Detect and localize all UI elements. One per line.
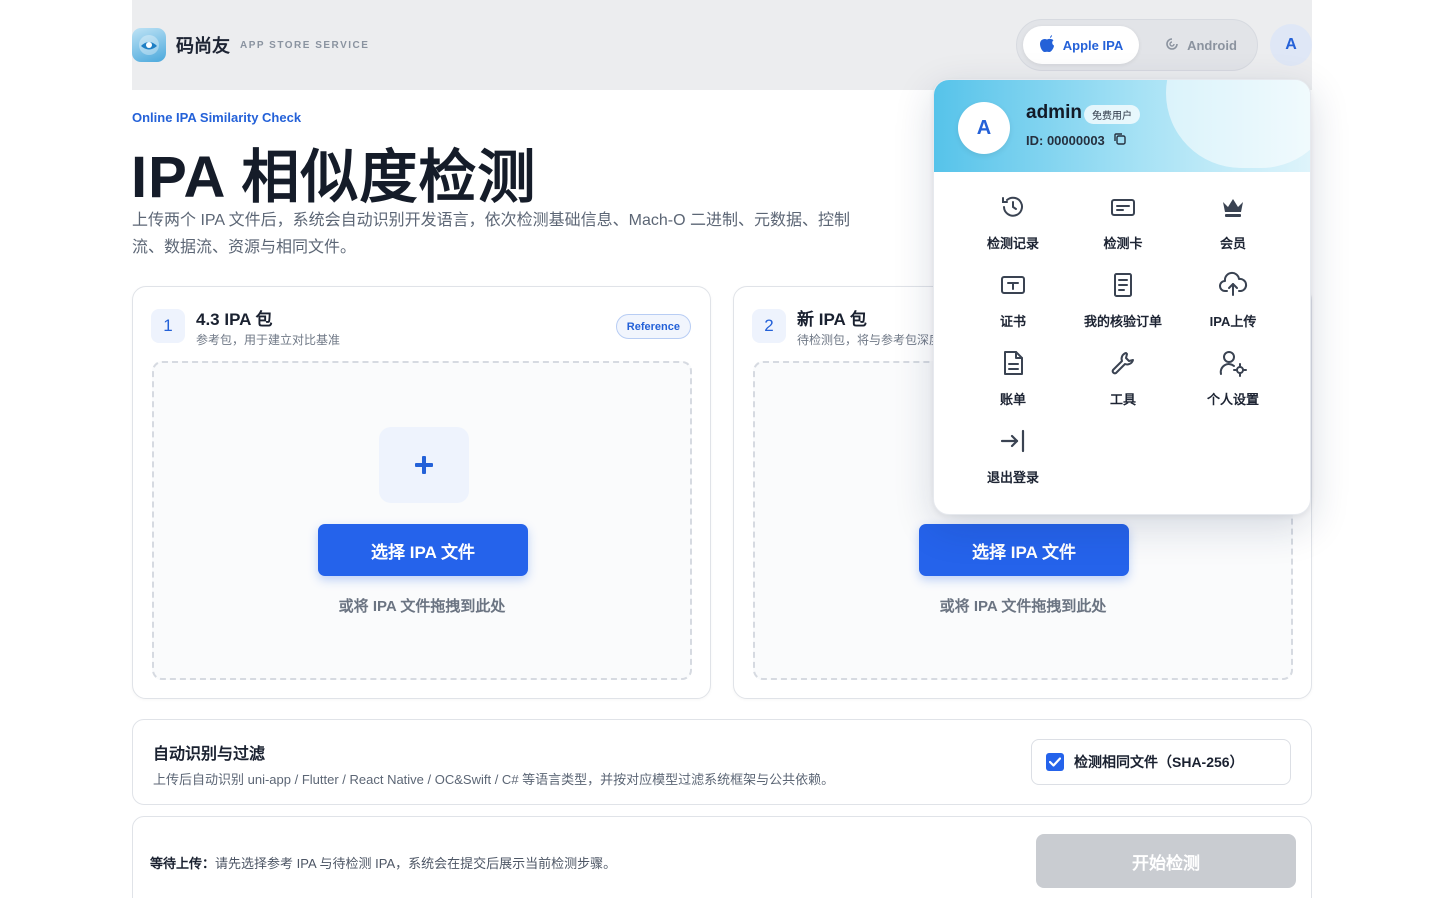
menu-item-label: 个人设置	[1206, 392, 1259, 407]
menu-item-membership[interactable]: 会员	[1178, 192, 1288, 258]
card-title: 4.3 IPA 包	[196, 310, 273, 329]
menu-item-label: 证书	[999, 314, 1026, 329]
brand-name: 码尚友	[176, 36, 230, 56]
reference-badge: Reference	[615, 314, 691, 339]
status-text: 等待上传：请先选择参考 IPA 与待检测 IPA，系统会在提交后展示当前检测步骤…	[150, 853, 616, 872]
menu-item-label: IPA上传	[1209, 314, 1257, 329]
menu-item-label: 账单	[999, 392, 1026, 407]
drop-hint: 或将 IPA 文件拖拽到此处	[939, 598, 1107, 615]
menu-item-label: 检测记录	[986, 236, 1039, 251]
status-panel: 等待上传：请先选择参考 IPA 与待检测 IPA，系统会在提交后展示当前检测步骤…	[132, 816, 1312, 898]
plus-icon[interactable]	[379, 427, 469, 503]
reference-ipa-card: 1 4.3 IPA 包 参考包，用于建立对比基准 Reference 选择 IP…	[132, 286, 711, 699]
menu-item-label: 检测卡	[1103, 236, 1143, 251]
certificate-icon	[998, 270, 1028, 300]
brand[interactable]: 码尚友 APP STORE SERVICE	[132, 28, 369, 62]
user-settings-icon	[1218, 348, 1248, 378]
menu-avatar: A	[958, 102, 1010, 154]
user-menu-header: A admin 免费用户 ID: 00000003	[934, 80, 1310, 172]
history-icon	[998, 192, 1028, 222]
menu-item-user-settings[interactable]: 个人设置	[1178, 348, 1288, 414]
crown-icon	[1218, 192, 1248, 222]
auto-filter-panel: 自动识别与过滤 上传后自动识别 uni-app / Flutter / Reac…	[132, 719, 1312, 805]
step-number: 1	[151, 309, 185, 343]
filter-title: 自动识别与过滤	[153, 746, 266, 763]
top-bar: 码尚友 APP STORE SERVICE Apple IPA Android …	[132, 0, 1312, 90]
page-title: IPA 相似度检测	[131, 145, 537, 210]
menu-item-tools[interactable]: 工具	[1068, 348, 1178, 414]
sha256-checkbox[interactable]	[1046, 753, 1064, 771]
header-decoration	[1166, 80, 1310, 168]
page-description: 上传两个 IPA 文件后，系统会自动识别开发语言，依次检测基础信息、Mach-O…	[132, 212, 850, 256]
user-dropdown-menu: A admin 免费用户 ID: 00000003 检测记录 检测卡 会员 证书…	[933, 79, 1311, 515]
logout-icon	[998, 426, 1028, 456]
sha256-checkbox-label: 检测相同文件（SHA-256）	[1074, 754, 1244, 770]
card-subtitle: 待检测包，将与参考包深度	[797, 333, 942, 347]
menu-item-label: 会员	[1219, 236, 1246, 251]
reference-dropzone[interactable]: 选择 IPA 文件 或将 IPA 文件拖拽到此处	[152, 361, 692, 680]
platform-apple-label: Apple IPA	[1062, 37, 1124, 53]
menu-item-bill[interactable]: 账单	[958, 348, 1068, 414]
menu-item-orders[interactable]: 我的核验订单	[1068, 270, 1178, 336]
menu-item-certificate[interactable]: 证书	[958, 270, 1068, 336]
copy-icon[interactable]	[1113, 132, 1127, 149]
wrench-icon	[1108, 348, 1138, 378]
user-avatar-button[interactable]: A	[1270, 24, 1312, 66]
menu-item-history[interactable]: 检测记录	[958, 192, 1068, 258]
sha256-checkbox-field[interactable]: 检测相同文件（SHA-256）	[1031, 739, 1291, 785]
drop-hint: 或将 IPA 文件拖拽到此处	[338, 598, 506, 615]
user-id-text: ID: 00000003	[1026, 133, 1105, 148]
platform-android-button[interactable]: Android	[1151, 26, 1251, 64]
filter-description: 上传后自动识别 uni-app / Flutter / React Native…	[153, 772, 835, 787]
card-subtitle: 参考包，用于建立对比基准	[196, 333, 341, 347]
android-icon	[1165, 37, 1179, 54]
brand-tagline: APP STORE SERVICE	[240, 39, 370, 51]
membership-badge: 免费用户	[1084, 105, 1140, 124]
card-title: 新 IPA 包	[797, 310, 867, 329]
select-new-ipa-button[interactable]: 选择 IPA 文件	[919, 524, 1129, 576]
select-reference-ipa-button[interactable]: 选择 IPA 文件	[318, 524, 528, 576]
menu-username: admin	[1026, 102, 1082, 123]
brand-logo-icon	[132, 28, 166, 62]
apple-icon	[1039, 34, 1055, 56]
status-label: 等待上传：	[150, 856, 216, 871]
status-message: 请先选择参考 IPA 与待检测 IPA，系统会在提交后展示当前检测步骤。	[215, 856, 617, 871]
menu-item-label: 我的核验订单	[1083, 314, 1162, 329]
menu-item-label: 退出登录	[986, 470, 1039, 485]
platform-android-label: Android	[1187, 37, 1237, 53]
user-id: ID: 00000003	[1026, 132, 1127, 149]
platform-switch: Apple IPA Android	[1016, 19, 1258, 71]
start-check-button[interactable]: 开始检测	[1036, 834, 1296, 888]
step-number: 2	[752, 309, 786, 343]
menu-item-label: 工具	[1109, 392, 1136, 407]
platform-apple-ipa-button[interactable]: Apple IPA	[1023, 26, 1139, 64]
menu-item-logout[interactable]: 退出登录	[958, 426, 1068, 492]
card-icon	[1108, 192, 1138, 222]
order-icon	[1108, 270, 1138, 300]
bill-icon	[998, 348, 1028, 378]
page-eyebrow: Online IPA Similarity Check	[132, 110, 302, 125]
cloud-upload-icon	[1218, 270, 1248, 300]
menu-item-ipa-upload[interactable]: IPA上传	[1178, 270, 1288, 336]
menu-item-card[interactable]: 检测卡	[1068, 192, 1178, 258]
